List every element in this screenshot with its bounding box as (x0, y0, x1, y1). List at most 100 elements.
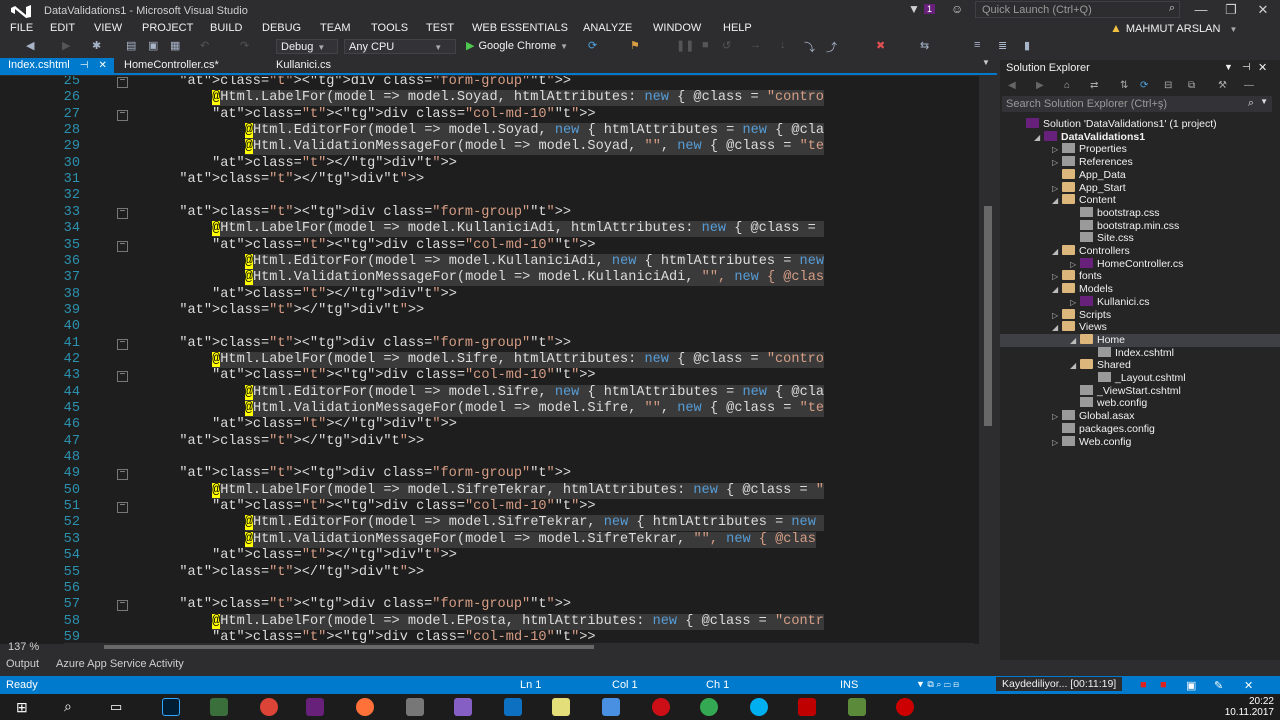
recorder-icon[interactable] (896, 698, 914, 716)
back-icon[interactable]: ◀ (1008, 80, 1016, 91)
camera-icon[interactable]: ▣ (1186, 679, 1196, 692)
code-line[interactable]: 50 @Html.LabelFor(model => model.SifreTek… (0, 482, 976, 499)
collapse-icon[interactable]: − (117, 338, 128, 350)
menu-build[interactable]: BUILD (210, 22, 242, 34)
code-line[interactable]: 27 − "at">class="t"><"tg">div class="col-m… (0, 107, 976, 123)
tree-item[interactable]: ▷ fonts (1000, 270, 1280, 283)
stop-icon[interactable]: ■ (702, 39, 709, 51)
collapse-icon[interactable]: − (117, 371, 128, 383)
tree-item[interactable]: ◢ Shared (1000, 359, 1280, 372)
code-line[interactable]: 52 @Html.EditorFor(model => model.SifreTe… (0, 515, 976, 532)
menu-help[interactable]: HELP (723, 22, 752, 34)
collapse-icon[interactable]: − (117, 469, 128, 481)
code-line[interactable]: 41 − "at">class="t"><"tg">div class="form-… (0, 336, 976, 352)
tree-item[interactable]: ▷ Global.asax (1000, 410, 1280, 423)
collapsed-icon[interactable]: ▷ (1052, 145, 1062, 154)
tree-item[interactable]: web.config (1000, 397, 1280, 410)
code-line[interactable]: 37 @Html.ValidationMessageFor(model => mo… (0, 270, 976, 287)
comment-icon[interactable]: ≡ (974, 39, 980, 51)
pin-icon[interactable]: ⊣ (80, 60, 89, 71)
collapse-icon[interactable]: − (117, 207, 128, 219)
opera-icon[interactable] (652, 698, 670, 716)
code-line[interactable]: 45 @Html.ValidationMessageFor(model => mo… (0, 401, 976, 417)
save-icon[interactable]: ▣ (148, 39, 158, 52)
code-line[interactable]: 49 − "at">class="t"><"tg">div class="form-… (0, 466, 976, 482)
refresh-icon[interactable]: ⟳ (588, 39, 597, 52)
tree-item[interactable]: ▷ Kullanici.cs (1000, 295, 1280, 309)
breakpoint-icon[interactable]: ✖ (876, 39, 885, 52)
collapse-icon[interactable]: − (117, 600, 128, 612)
tree-item[interactable]: Solution 'DataValidations1' (1 project) (1000, 118, 1280, 131)
menu-tools[interactable]: TOOLS (371, 22, 408, 34)
chrome-icon[interactable] (260, 698, 278, 716)
close-icon[interactable]: ✕ (1244, 679, 1253, 692)
tree-item[interactable]: App_Data (1000, 168, 1280, 182)
code-line[interactable]: 30 "at">class="t"></"tg">div"t">> (0, 156, 976, 172)
expanded-icon[interactable]: ◢ (1052, 247, 1062, 256)
code-editor[interactable]: 25 − "at">class="t"><"tg">div class="form-… (0, 76, 997, 644)
step-over-icon[interactable]: ⤵ (804, 39, 815, 55)
app-icon[interactable] (602, 698, 620, 716)
restore-button[interactable]: ❐ (1216, 0, 1246, 20)
expanded-icon[interactable]: ◢ (1052, 323, 1062, 332)
search-icon[interactable]: ⌕ (64, 698, 72, 715)
vscode-icon[interactable] (504, 698, 522, 716)
show-all-files-icon[interactable]: ⧉ (1188, 80, 1195, 91)
tab-index-cshtml[interactable]: Index.cshtml ⊣ ✕ (0, 58, 114, 73)
code-line[interactable]: 29 @Html.ValidationMessageFor(model => mo… (0, 139, 976, 156)
code-line[interactable]: 48 (0, 450, 976, 466)
collapsed-icon[interactable]: ▷ (1070, 298, 1080, 307)
show-next-statement-icon[interactable]: → (750, 39, 761, 51)
undo-icon[interactable]: ↶ (200, 39, 209, 52)
close-icon[interactable]: ✕ (1258, 61, 1267, 74)
app-icon[interactable] (406, 698, 424, 716)
tree-item[interactable]: ▷ App_Start (1000, 181, 1280, 195)
horizontal-scrollbar[interactable] (64, 643, 974, 651)
menu-project[interactable]: PROJECT (142, 22, 193, 34)
user-account[interactable]: ▲ MAHMUT ARSLAN ▼ (1110, 21, 1237, 35)
menu-file[interactable]: FILE (10, 22, 33, 34)
format-icon[interactable]: ⇆ (920, 39, 929, 52)
bookmark-icon[interactable]: ▮ (1024, 39, 1030, 52)
pin-icon[interactable]: ⊣ (1242, 62, 1251, 73)
collapsed-icon[interactable]: ▷ (1052, 438, 1062, 447)
collapse-all-icon[interactable]: ⊟ (1164, 80, 1172, 91)
chrome-icon[interactable] (700, 698, 718, 716)
expanded-icon[interactable]: ◢ (1034, 133, 1044, 142)
tree-item[interactable]: ▷ References (1000, 156, 1280, 169)
vertical-scrollbar[interactable] (979, 76, 997, 644)
tab-azure-app-service-activity[interactable]: Azure App Service Activity (56, 658, 184, 670)
home-icon[interactable]: ⌂ (1064, 80, 1070, 91)
windows-start-icon[interactable]: ⊞ (16, 699, 28, 716)
task-view-icon[interactable]: ▭ (110, 699, 122, 715)
collapsed-icon[interactable]: ▷ (1052, 412, 1062, 421)
stop-record-icon[interactable]: ■ (1160, 679, 1167, 691)
forward-icon[interactable]: ▶ (1036, 80, 1044, 91)
firefox-icon[interactable] (356, 698, 374, 716)
menu-window[interactable]: WINDOW (653, 22, 701, 34)
code-line[interactable]: 38 "at">class="t"></"tg">div"t">> (0, 287, 976, 303)
minimize-button[interactable]: — (1186, 0, 1216, 20)
app-icon[interactable] (848, 698, 866, 716)
code-line[interactable]: 42 @Html.LabelFor(model => model.Sifre, h… (0, 351, 976, 368)
collapsed-icon[interactable]: ▷ (1070, 260, 1080, 269)
code-line[interactable]: 54 "at">class="t"></"tg">div"t">> (0, 548, 976, 564)
menu-view[interactable]: VIEW (94, 22, 122, 34)
tree-item[interactable]: ◢ Views (1000, 321, 1280, 334)
code-line[interactable]: 32 (0, 188, 976, 204)
collapse-icon[interactable]: − (117, 109, 128, 121)
step-out-icon[interactable]: ⤴ (826, 39, 837, 55)
zoom-level[interactable]: 137 % (0, 641, 64, 653)
expanded-icon[interactable]: ◢ (1052, 285, 1062, 294)
browser-link-icon[interactable]: ⚑ (630, 39, 640, 52)
tab-output[interactable]: Output (6, 658, 39, 670)
solution-explorer-search[interactable]: Search Solution Explorer (Ctrl+ş) ⌕ ▼ (1002, 96, 1272, 112)
expanded-icon[interactable]: ◢ (1052, 196, 1062, 205)
code-line[interactable]: 46 "at">class="t"></"tg">div"t">> (0, 417, 976, 433)
pause-icon[interactable]: ❚❚ (676, 39, 694, 52)
collapsed-icon[interactable]: ▷ (1052, 311, 1062, 320)
code-line[interactable]: 44 @Html.EditorFor(model => model.Sifre, … (0, 384, 976, 401)
vertical-scroll-thumb[interactable] (984, 206, 992, 426)
tree-item[interactable]: _Layout.cshtml (1000, 372, 1280, 385)
code-line[interactable]: 28 @Html.EditorFor(model => model.Soyad, … (0, 123, 976, 140)
